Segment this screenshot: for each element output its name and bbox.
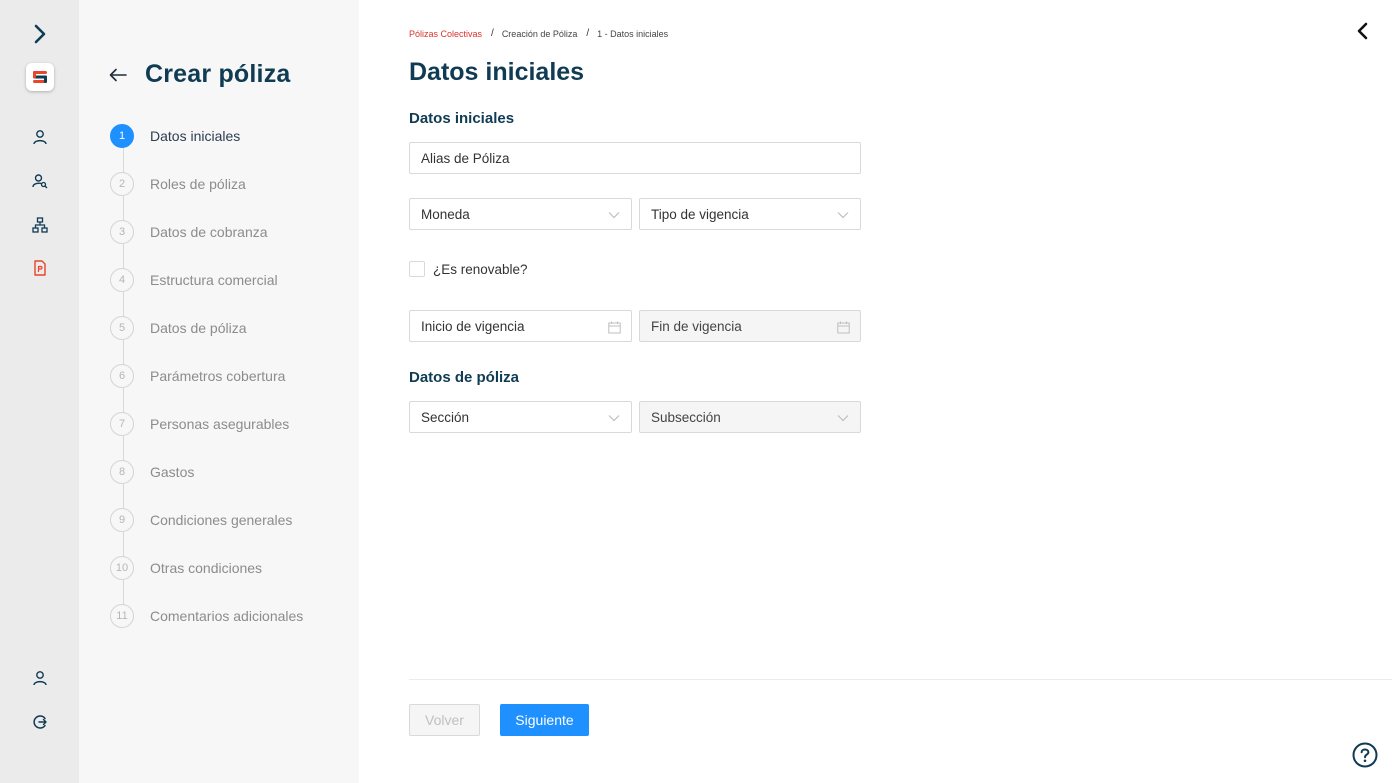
step-item[interactable]: 5 Datos de póliza bbox=[110, 316, 247, 340]
collapse-panel-button[interactable] bbox=[1352, 20, 1374, 42]
chevron-down-icon bbox=[836, 208, 850, 222]
step-label: Datos de póliza bbox=[150, 320, 247, 336]
validity-type-select[interactable]: Tipo de vigencia bbox=[639, 198, 861, 230]
step-number: 7 bbox=[110, 412, 134, 436]
chevron-left-icon bbox=[1357, 22, 1368, 40]
breadcrumb: Pólizas Colectivas / Creación de Póliza … bbox=[409, 28, 668, 39]
help-button[interactable] bbox=[1352, 742, 1378, 768]
renewable-checkbox-row[interactable]: ¿Es renovable? bbox=[409, 261, 528, 277]
step-number: 9 bbox=[110, 508, 134, 532]
footer-divider bbox=[409, 679, 1392, 680]
back-button[interactable] bbox=[109, 64, 131, 86]
step-item[interactable]: 8 Gastos bbox=[110, 460, 194, 484]
currency-select[interactable]: Moneda bbox=[409, 198, 632, 230]
back-step-button[interactable]: Volver bbox=[409, 704, 480, 736]
end-date-picker: Fin de vigencia bbox=[639, 310, 861, 342]
currency-placeholder: Moneda bbox=[421, 206, 470, 222]
step-label: Estructura comercial bbox=[150, 272, 278, 288]
question-circle-icon bbox=[1352, 742, 1378, 768]
nav-user-search[interactable] bbox=[0, 171, 79, 191]
step-item[interactable]: 6 Parámetros cobertura bbox=[110, 364, 285, 388]
step-item[interactable]: 10 Otras condiciones bbox=[110, 556, 262, 580]
start-date-picker[interactable]: Inicio de vigencia bbox=[409, 310, 632, 342]
arrow-left-icon bbox=[109, 68, 127, 81]
page-title: Datos iniciales bbox=[409, 58, 585, 86]
renewable-label: ¿Es renovable? bbox=[433, 261, 528, 277]
subsection-placeholder: Subsección bbox=[651, 409, 721, 425]
alias-placeholder: Alias de Póliza bbox=[421, 150, 510, 166]
breadcrumb-separator: / bbox=[491, 28, 494, 39]
expand-menu-button[interactable] bbox=[0, 22, 79, 46]
users-search-icon bbox=[31, 174, 47, 189]
step-item[interactable]: 11 Comentarios adicionales bbox=[110, 604, 303, 628]
calendar-icon bbox=[836, 320, 850, 334]
section-select[interactable]: Sección bbox=[409, 401, 632, 433]
section-title-policy: Datos de póliza bbox=[409, 369, 520, 386]
user-icon bbox=[32, 130, 47, 145]
step-number: 10 bbox=[110, 556, 134, 580]
chevron-down-icon bbox=[836, 411, 850, 425]
step-number: 2 bbox=[110, 172, 134, 196]
step-label: Otras condiciones bbox=[150, 560, 263, 576]
step-label: Personas asegurables bbox=[150, 416, 290, 432]
nav-structure[interactable] bbox=[0, 215, 79, 235]
calendar-icon bbox=[607, 320, 621, 334]
validity-type-placeholder: Tipo de vigencia bbox=[651, 206, 749, 222]
policy-document-icon bbox=[33, 260, 46, 276]
breadcrumb-item-creacion-poliza[interactable]: Creación de Póliza bbox=[502, 29, 578, 39]
step-number: 4 bbox=[110, 268, 134, 292]
step-item[interactable]: 1 Datos iniciales bbox=[110, 124, 240, 148]
breadcrumb-item-polizas-colectivas[interactable]: Pólizas Colectivas bbox=[409, 29, 482, 39]
end-date-placeholder: Fin de vigencia bbox=[651, 318, 742, 334]
step-label: Gastos bbox=[150, 464, 195, 480]
step-number: 8 bbox=[110, 460, 134, 484]
step-number: 5 bbox=[110, 316, 134, 340]
step-item[interactable]: 7 Personas asegurables bbox=[110, 412, 289, 436]
nav-account[interactable] bbox=[0, 668, 79, 688]
icon-rail bbox=[0, 0, 79, 783]
logout-button[interactable] bbox=[0, 712, 79, 732]
panel-title: Crear póliza bbox=[145, 60, 291, 88]
step-item[interactable]: 3 Datos de cobranza bbox=[110, 220, 268, 244]
nav-users[interactable] bbox=[0, 127, 79, 147]
logout-icon bbox=[32, 715, 47, 729]
next-step-button[interactable]: Siguiente bbox=[500, 704, 589, 736]
step-number: 6 bbox=[110, 364, 134, 388]
breadcrumb-separator: / bbox=[586, 28, 590, 39]
step-label: Datos iniciales bbox=[150, 128, 241, 144]
steps-header: Crear póliza bbox=[109, 60, 291, 89]
step-label: Parámetros cobertura bbox=[150, 368, 286, 384]
step-label: Comentarios adicionales bbox=[150, 608, 304, 624]
step-label: Condiciones generales bbox=[150, 512, 293, 528]
step-item[interactable]: 2 Roles de póliza bbox=[110, 172, 246, 196]
chevron-down-icon bbox=[607, 208, 621, 222]
account-icon bbox=[32, 671, 47, 686]
app-logo[interactable] bbox=[0, 62, 79, 92]
renewable-checkbox[interactable] bbox=[409, 261, 425, 277]
org-chart-icon bbox=[31, 217, 48, 233]
chevron-right-icon bbox=[34, 24, 45, 44]
chevron-down-icon bbox=[607, 411, 621, 425]
step-number: 11 bbox=[110, 604, 134, 628]
subsection-select: Subsección bbox=[639, 401, 861, 433]
alias-input[interactable]: Alias de Póliza bbox=[409, 142, 861, 174]
section-placeholder: Sección bbox=[421, 409, 470, 425]
step-number: 1 bbox=[110, 124, 134, 148]
step-label: Roles de póliza bbox=[150, 176, 246, 192]
breadcrumb-item-current: 1 - Datos iniciales bbox=[597, 28, 669, 39]
step-label: Datos de cobranza bbox=[150, 224, 268, 240]
steps-panel: Crear póliza 1 Datos iniciales 2 Roles de p… bbox=[79, 0, 359, 783]
step-number: 3 bbox=[110, 220, 134, 244]
step-item[interactable]: 4 Estructura comercial bbox=[110, 268, 278, 292]
nav-policies[interactable] bbox=[0, 258, 79, 278]
start-date-placeholder: Inicio de vigencia bbox=[421, 318, 525, 334]
logo-mark bbox=[25, 63, 54, 91]
section-title-initial: Datos iniciales bbox=[409, 110, 515, 127]
step-item[interactable]: 9 Condiciones generales bbox=[110, 508, 292, 532]
